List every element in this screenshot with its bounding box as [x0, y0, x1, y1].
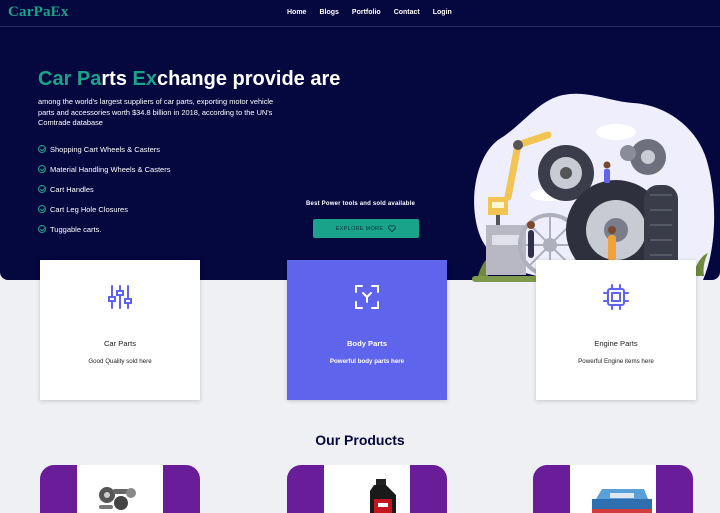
product-card[interactable] — [40, 465, 200, 513]
nav-portfolio[interactable]: Portfolio — [352, 9, 381, 16]
feature-item: Material Handling Wheels & Casters — [38, 159, 170, 179]
products-section-title: Our Products — [315, 432, 405, 448]
fullscreen-icon — [355, 285, 379, 309]
explore-more-button[interactable]: EXPLORE MORE — [313, 219, 419, 238]
nav-home[interactable]: Home — [287, 9, 306, 16]
feature-item: Cart Handles — [38, 179, 170, 199]
nav-blogs[interactable]: Blogs — [319, 9, 338, 16]
service-title: Body Parts — [346, 339, 388, 348]
feature-label: Material Handling Wheels & Casters — [50, 164, 171, 174]
nav-login[interactable]: Login — [433, 9, 452, 16]
hero-subtitle: among the world's largest suppliers of c… — [38, 97, 274, 127]
product-card[interactable] — [533, 465, 693, 513]
feature-label: Shopping Cart Wheels & Casters — [50, 144, 161, 154]
nav-contact[interactable]: Contact — [394, 9, 420, 16]
hero-section: Car Parts Exchange provide are among the… — [0, 27, 720, 282]
check-circle-icon — [38, 225, 46, 233]
check-circle-icon — [38, 165, 46, 173]
tools-caption: Best Power tools and sold available — [306, 201, 416, 207]
feature-list: Shopping Cart Wheels & Casters Material … — [38, 139, 170, 239]
navbar: CarPaEx Home Blogs Portfolio Contact Log… — [0, 0, 720, 27]
cpu-icon — [603, 284, 629, 310]
service-desc: Powerful body parts here — [329, 358, 405, 365]
service-card-body-parts[interactable]: Body Parts Powerful body parts here — [287, 260, 447, 400]
product-image-oil — [324, 465, 410, 513]
feature-item: Shopping Cart Wheels & Casters — [38, 139, 170, 159]
service-desc: Powerful Engine items here — [578, 358, 654, 365]
feature-label: Cart Leg Hole Closures — [50, 204, 128, 214]
service-title: Car Parts — [103, 339, 137, 348]
nav-menu: Home Blogs Portfolio Contact Login — [287, 9, 465, 16]
check-circle-icon — [38, 185, 46, 193]
service-card-engine-parts[interactable]: Engine Parts Powerful Engine items here — [536, 260, 696, 400]
brand-logo[interactable]: CarPaEx — [8, 4, 69, 21]
service-card-car-parts[interactable]: Car Parts Good Quality sold here — [40, 260, 200, 400]
check-circle-icon — [38, 145, 46, 153]
heart-icon — [388, 225, 397, 232]
hero-title: Car Parts Exchange provide are — [38, 68, 340, 91]
feature-item: Cart Leg Hole Closures — [38, 199, 170, 219]
hero-title-part: Ex — [132, 68, 157, 90]
feature-item: Tuggable carts. — [38, 219, 170, 239]
service-title: Engine Parts — [594, 339, 638, 348]
product-image-body — [570, 465, 656, 513]
product-image-tools — [77, 465, 163, 513]
service-desc: Good Quality sold here — [88, 358, 152, 365]
hero-title-part: rts — [101, 68, 133, 90]
sliders-icon — [108, 285, 132, 309]
explore-more-label: EXPLORE MORE — [335, 225, 384, 232]
check-circle-icon — [38, 205, 46, 213]
hero-title-part: Car Pa — [38, 68, 102, 90]
product-card[interactable] — [287, 465, 447, 513]
feature-label: Cart Handles — [50, 184, 94, 194]
hero-title-part: change provide are — [156, 68, 341, 90]
feature-label: Tuggable carts. — [50, 224, 102, 234]
